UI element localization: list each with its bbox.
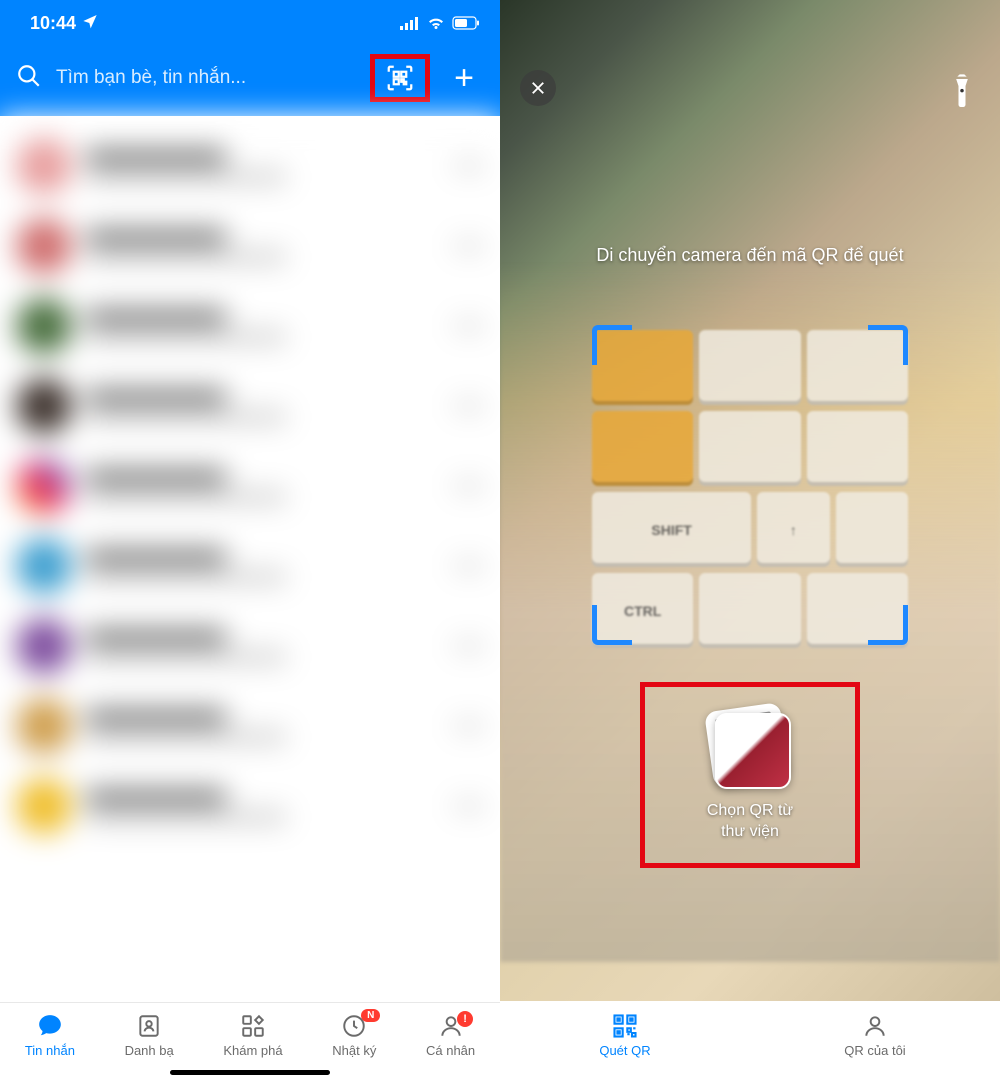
nav-scan-qr[interactable]: Quét QR xyxy=(500,1013,750,1058)
nav-diary[interactable]: N Nhật ký xyxy=(332,1013,376,1058)
alert-badge xyxy=(457,1011,473,1027)
gallery-thumbnail-icon xyxy=(709,707,791,789)
nav-label: QR của tôi xyxy=(844,1043,905,1058)
badge: N xyxy=(361,1009,380,1022)
nav-label: Cá nhân xyxy=(426,1043,475,1058)
person-icon xyxy=(860,1013,890,1039)
status-time: 10:44 xyxy=(30,13,98,34)
discover-icon xyxy=(238,1013,268,1039)
message-icon xyxy=(35,1013,65,1039)
close-button[interactable] xyxy=(520,70,556,106)
qr-scan-button[interactable] xyxy=(370,54,430,102)
qr-bottom-nav: Quét QR QR của tôi xyxy=(500,1001,1000,1082)
search-icon[interactable] xyxy=(16,63,42,94)
chat-list-blurred xyxy=(0,116,500,996)
nav-contacts[interactable]: Danh bạ xyxy=(125,1013,174,1058)
location-arrow-icon xyxy=(82,13,98,34)
qr-scanner-screen: 10:45 xyxy=(500,0,1000,1082)
chat-header: Tìm bạn bè, tin nhắn... + xyxy=(0,42,500,116)
nav-label: Tin nhắn xyxy=(25,1043,75,1058)
flashlight-button[interactable] xyxy=(944,70,980,116)
frame-corner-tr xyxy=(868,325,908,365)
scanner-top-overlay xyxy=(500,70,1000,116)
contacts-icon xyxy=(134,1013,164,1039)
choose-from-gallery-button[interactable]: Chọn QR từ thư viện xyxy=(640,682,860,868)
qr-icon xyxy=(610,1013,640,1039)
battery-icon xyxy=(452,16,480,30)
qr-instruction-text: Di chuyển camera đến mã QR để quét xyxy=(500,245,1000,266)
search-input[interactable]: Tìm bạn bè, tin nhắn... xyxy=(56,67,356,89)
nav-label: Khám phá xyxy=(223,1043,282,1058)
frame-corner-bl xyxy=(592,605,632,645)
time-text: 10:44 xyxy=(30,13,76,34)
qr-scan-frame xyxy=(592,325,908,645)
wifi-icon xyxy=(426,16,446,30)
status-bar: 10:44 xyxy=(0,0,500,42)
nav-messages[interactable]: Tin nhắn xyxy=(25,1013,75,1058)
gallery-label: Chọn QR từ thư viện xyxy=(707,801,793,843)
nav-label: Quét QR xyxy=(599,1043,650,1058)
frame-corner-br xyxy=(868,605,908,645)
nav-my-qr[interactable]: QR của tôi xyxy=(750,1013,1000,1058)
chat-list-screen: 10:44 Tìm bạn bè, tin n xyxy=(0,0,500,1082)
frame-corner-tl xyxy=(592,325,632,365)
home-indicator[interactable] xyxy=(170,1070,330,1075)
nav-label: Nhật ký xyxy=(332,1043,376,1058)
nav-profile[interactable]: Cá nhân xyxy=(426,1013,475,1058)
status-icons xyxy=(400,16,480,30)
signal-icon xyxy=(400,16,420,30)
nav-label: Danh bạ xyxy=(125,1043,174,1058)
nav-discover[interactable]: Khám phá xyxy=(223,1013,282,1058)
add-button[interactable]: + xyxy=(444,58,484,98)
